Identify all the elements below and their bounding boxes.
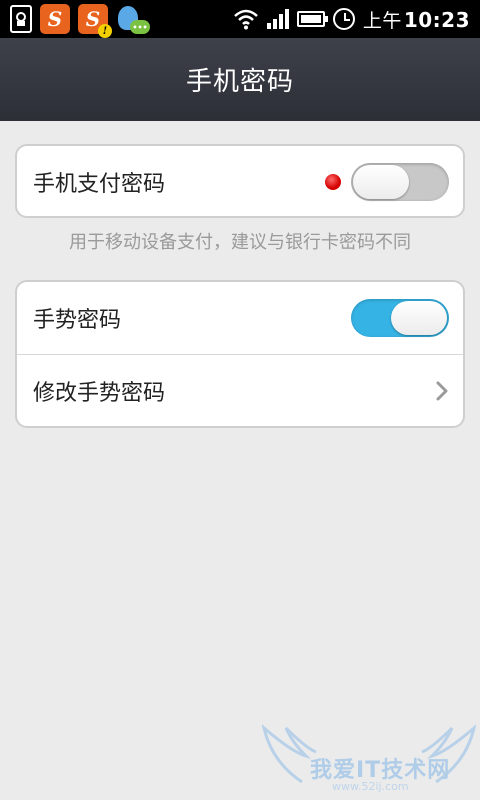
clock-time: 10:23 [403,7,470,32]
status-clock: 上午 10:23 [363,6,470,33]
chevron-right-icon [436,381,448,400]
payment-hint: 用于移动设备支付，建议与银行卡密码不同 [69,232,411,253]
clock-ampm: 上午 [362,9,402,32]
payment-password-card: 手机支付密码 [15,144,465,218]
payment-password-toggle[interactable] [351,163,449,201]
gesture-password-label: 手势密码 [33,308,122,333]
doc-lock-icon [10,5,32,33]
sogou-icon: S [40,4,70,34]
payment-password-label: 手机支付密码 [33,172,166,197]
battery-icon [296,11,328,27]
payment-password-row[interactable]: 手机支付密码 [17,146,463,216]
red-dot-icon [325,174,341,190]
change-gesture-label: 修改手势密码 [33,380,166,406]
toggle-knob [391,301,447,335]
gesture-password-row[interactable]: 手势密码 [17,282,463,354]
watermark-url: www.52ij.com [332,780,409,793]
change-gesture-row[interactable]: 修改手势密码 [17,354,463,426]
warning-badge-icon: ! [98,24,112,38]
gesture-password-card: 手势密码 修改手势密码 [15,280,465,428]
watermark: 我爱IT技术网 www.52ij.com [261,722,477,798]
alarm-icon [332,8,355,30]
gesture-password-toggle[interactable] [351,299,449,337]
signal-icon [266,9,289,29]
wifi-icon [233,9,258,30]
system-icons: 上午 10:23 [233,6,470,33]
toggle-knob [353,165,409,199]
chat-icon: ••• [116,4,150,34]
notification-icons: S S! ••• [10,4,150,38]
page-title: 手机密码 [185,67,294,97]
status-bar: S S! ••• 上午 10:23 [0,0,480,38]
title-bar: 手机密码 [0,38,480,121]
sogou-warning-icon: S! [78,4,112,38]
